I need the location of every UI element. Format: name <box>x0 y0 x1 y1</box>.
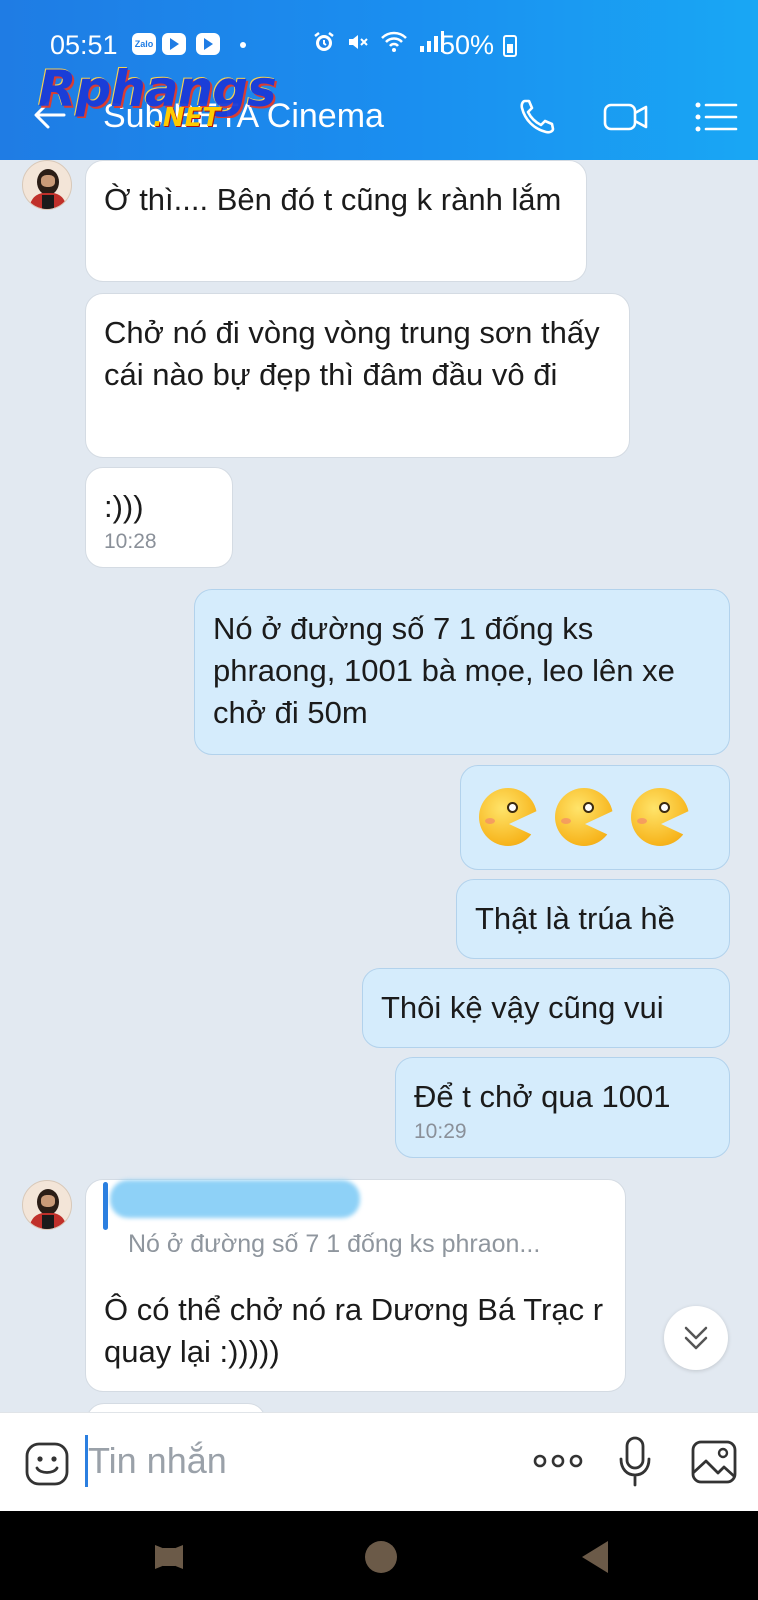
grin-emoji-icon <box>479 788 539 846</box>
contact-avatar[interactable] <box>22 160 72 210</box>
message-text: Thật là trúa hề <box>475 901 675 936</box>
wifi-icon <box>381 31 407 52</box>
message-time: 10:28 <box>104 530 157 553</box>
system-navigation-bar <box>0 1511 758 1600</box>
message-bubble-outgoing[interactable]: Thật là trúa hề <box>456 879 730 959</box>
message-text: Ờ thì.... Bên đó t cũng k rành lắm <box>104 182 562 217</box>
message-bubble-incoming[interactable]: Chở nó đi vòng vòng trung sơn thấy cái n… <box>85 293 630 458</box>
call-icon[interactable] <box>515 95 563 139</box>
message-text: Thôi kệ vậy cũng vui <box>381 990 664 1025</box>
message-text: Để t chở qua 1001 <box>414 1079 671 1114</box>
chat-header: Sub BETA Cinema Rphangs .NET <box>0 60 758 160</box>
image-gallery-icon[interactable] <box>690 1439 738 1485</box>
quoted-message[interactable]: Nó ở đường số 7 1 đống ks phraon... <box>128 1230 540 1259</box>
recent-apps-icon[interactable] <box>149 1537 189 1577</box>
home-icon[interactable] <box>361 1537 401 1577</box>
double-chevron-down-icon <box>684 1326 708 1350</box>
youtube-notification-icon <box>196 33 220 55</box>
mute-icon <box>349 35 368 49</box>
battery-icon <box>503 35 517 57</box>
back-nav-icon[interactable] <box>576 1537 616 1577</box>
video-call-icon[interactable] <box>602 95 650 139</box>
battery-percent: 50% <box>440 30 495 60</box>
quote-bar <box>103 1182 108 1230</box>
message-text: :))) <box>104 489 144 524</box>
watermark-suffix: .NET <box>153 103 221 133</box>
message-bubble-incoming[interactable]: :))) 10:28 <box>85 467 233 568</box>
message-composer <box>0 1412 758 1511</box>
microphone-icon[interactable] <box>617 1435 653 1489</box>
redacted-sender-name <box>110 1180 360 1218</box>
menu-icon[interactable] <box>692 95 740 139</box>
sticker-emoji-icon[interactable] <box>24 1441 70 1487</box>
message-text: Chở nó đi vòng vòng trung sơn thấy cái n… <box>104 315 600 392</box>
scroll-to-bottom-button[interactable] <box>664 1306 728 1370</box>
more-notifications-dot <box>240 42 246 48</box>
youtube-notification-icon <box>162 33 186 55</box>
message-bubble-incoming[interactable]: Ờ thì.... Bên đó t cũng k rành lắm <box>85 160 587 282</box>
grin-emoji-icon <box>631 788 691 846</box>
status-icons <box>312 30 444 54</box>
message-input[interactable] <box>88 1431 498 1491</box>
alarm-icon <box>314 32 334 51</box>
message-text: Nó ở đường số 7 1 đống ks phraong, 1001 … <box>213 611 675 730</box>
message-bubble-outgoing[interactable]: Thôi kệ vậy cũng vui <box>362 968 730 1048</box>
status-time: 05:51 <box>50 30 118 60</box>
zalo-notification-icon: Zalo <box>132 33 156 55</box>
message-text: Ô có thể chở nó ra Dương Bá Trạc r quay … <box>104 1292 604 1369</box>
message-bubble-outgoing[interactable]: Để t chở qua 1001 10:29 <box>395 1057 730 1158</box>
message-bubble-outgoing[interactable]: Nó ở đường số 7 1 đống ks phraong, 1001 … <box>194 589 730 755</box>
message-bubble-outgoing[interactable] <box>460 765 730 870</box>
more-options-icon[interactable] <box>532 1449 584 1473</box>
grin-emoji-icon <box>555 788 615 846</box>
message-time: 10:29 <box>414 1120 467 1143</box>
contact-avatar[interactable] <box>22 1180 72 1230</box>
